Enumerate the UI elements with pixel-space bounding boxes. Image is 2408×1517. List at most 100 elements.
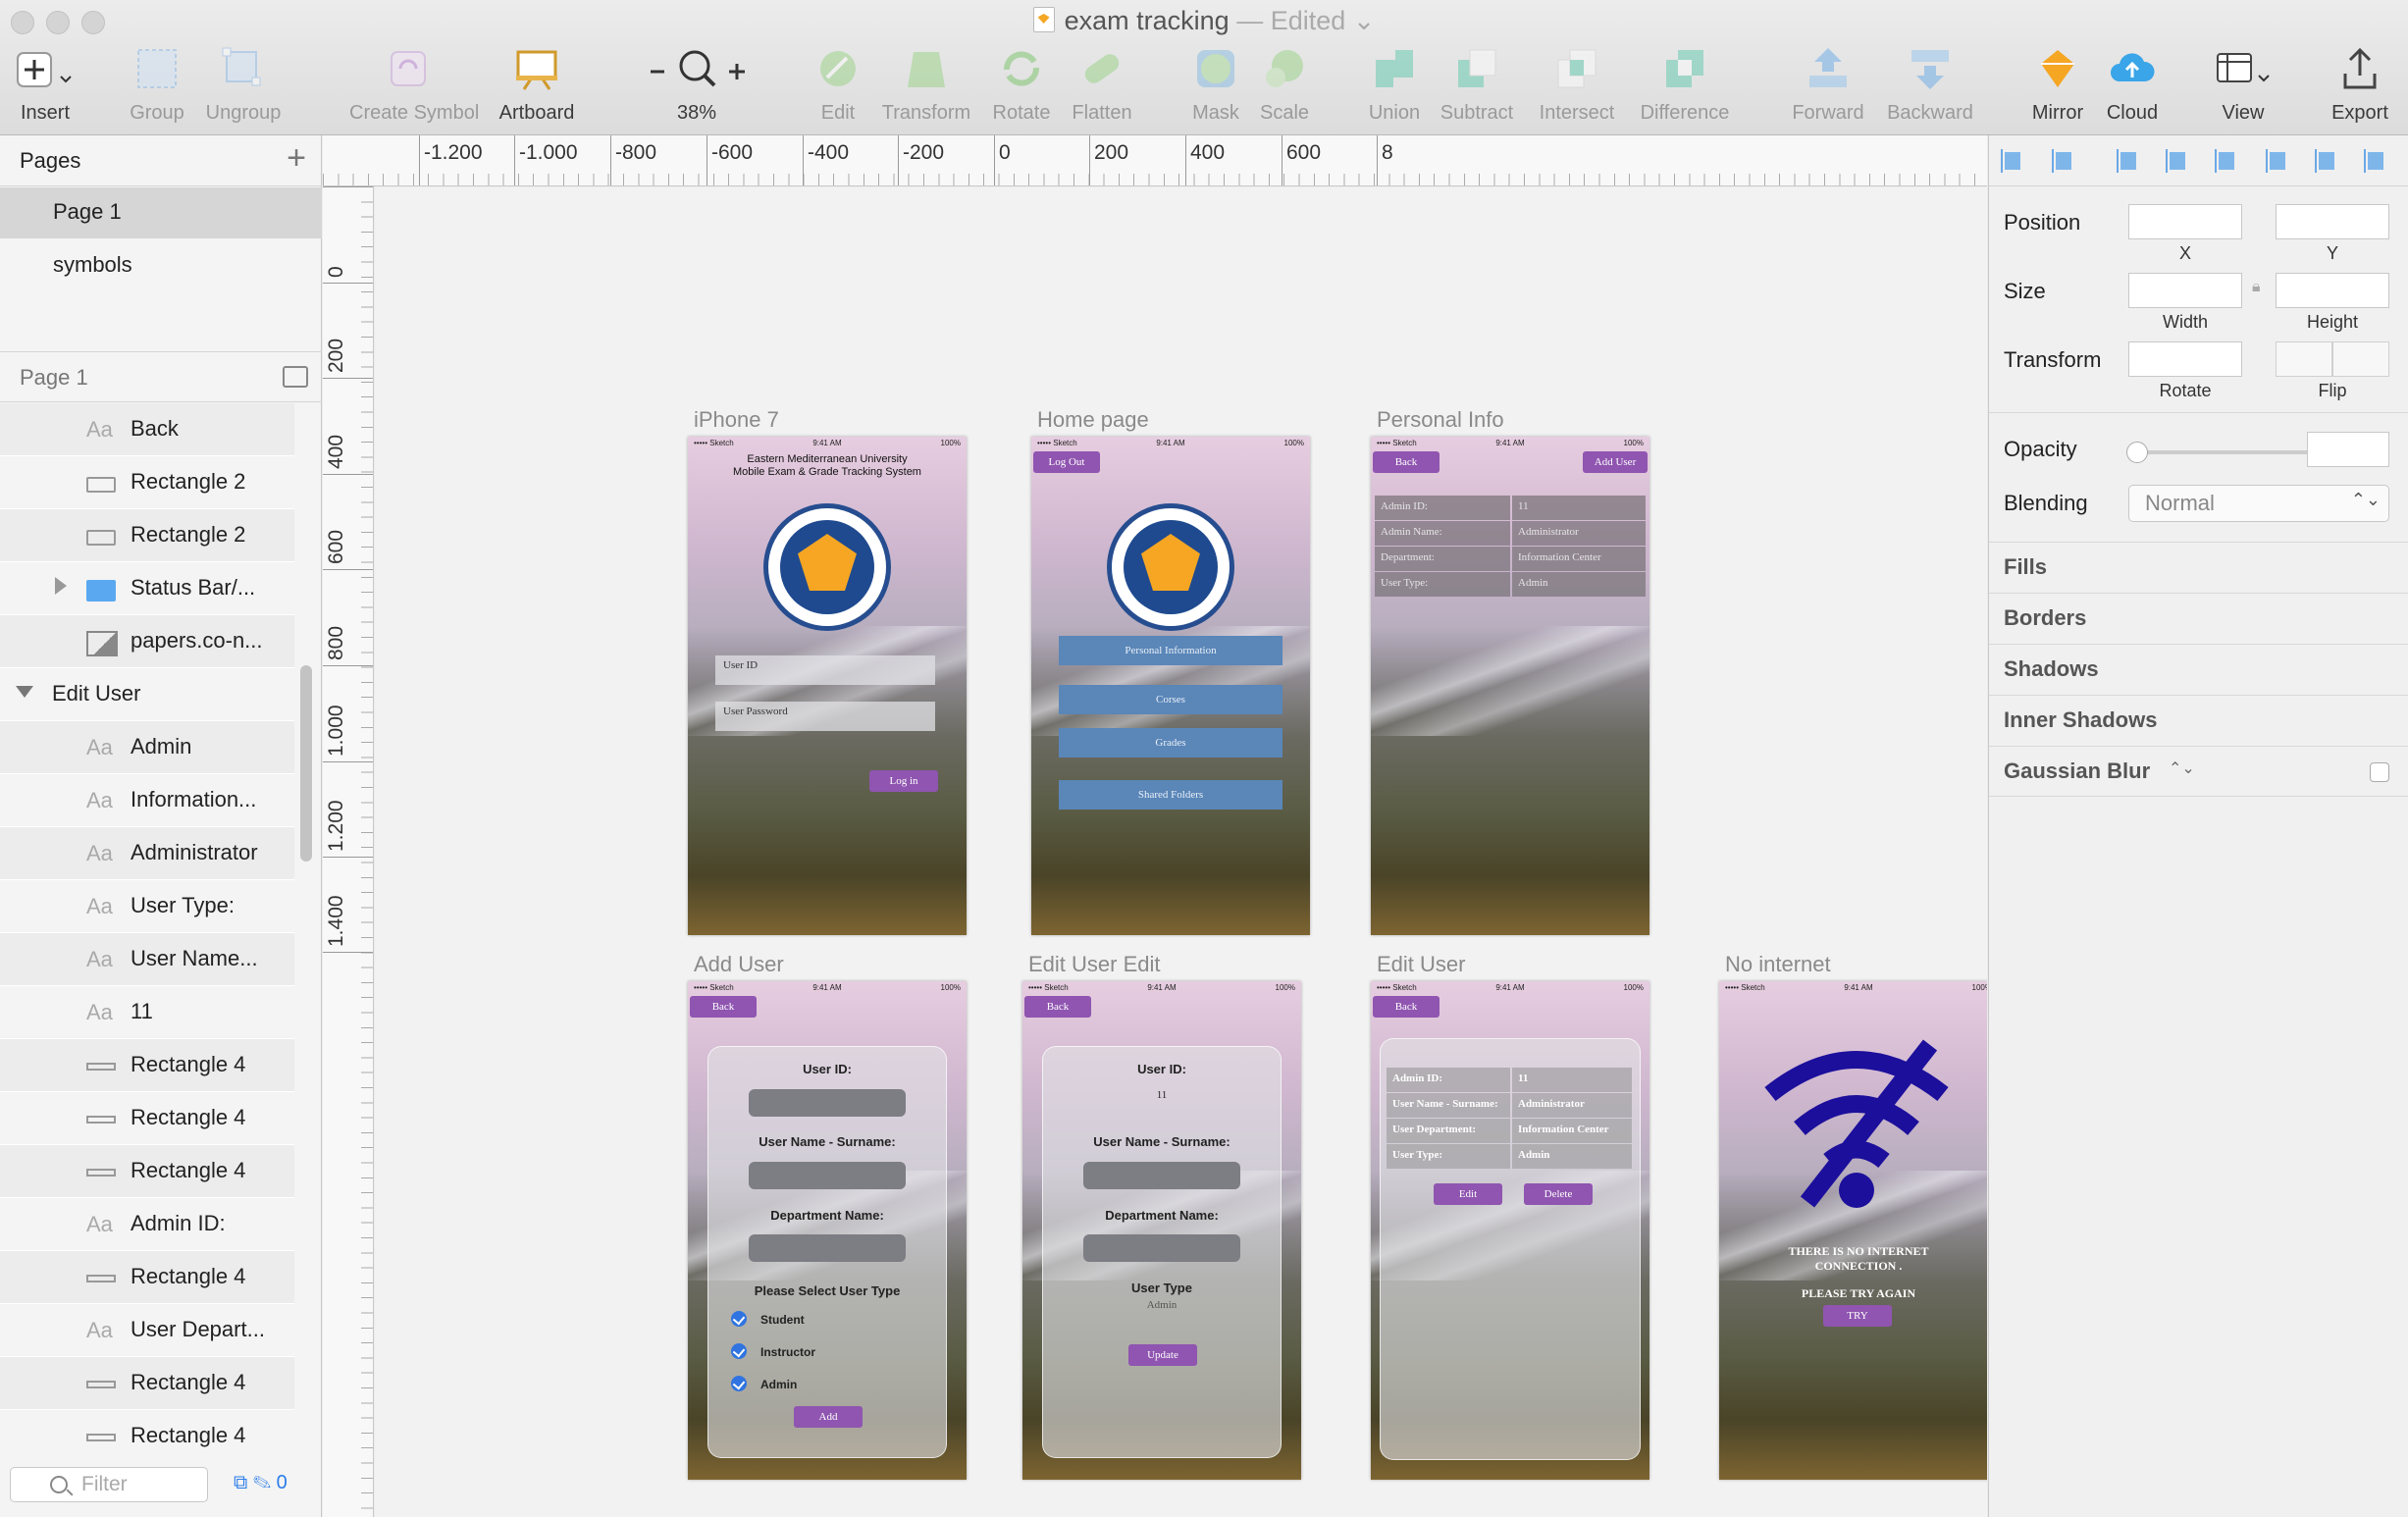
layer-row[interactable]: Edit User: [0, 668, 294, 721]
layer-row[interactable]: Rectangle 4: [0, 1039, 294, 1092]
align-center-icon[interactable]: [2164, 147, 2191, 175]
checkbox-icon[interactable]: [731, 1311, 747, 1327]
artboard-title[interactable]: Home page: [1037, 407, 1149, 433]
artboard-button[interactable]: Artboard: [478, 43, 596, 125]
layer-filter-input[interactable]: Filter: [10, 1467, 208, 1502]
layer-row[interactable]: Rectangle 4: [0, 1251, 294, 1304]
y-input[interactable]: [2276, 204, 2389, 239]
width-input[interactable]: [2128, 273, 2242, 308]
update-button[interactable]: Update: [1128, 1344, 1197, 1366]
password-field[interactable]: User Password: [715, 702, 935, 731]
disclosure-triangle-icon[interactable]: [55, 577, 67, 595]
artboard-title[interactable]: Edit User Edit: [1028, 952, 1161, 977]
difference-button[interactable]: Difference: [1626, 43, 1744, 125]
layer-row[interactable]: Aa User Depart...: [0, 1304, 294, 1357]
personal-information-button[interactable]: Personal Information: [1059, 636, 1283, 665]
copy-layers-icon[interactable]: ⧉: [234, 1472, 247, 1493]
forward-button[interactable]: Forward: [1769, 43, 1887, 125]
pencil-icon[interactable]: ✎: [253, 1472, 271, 1493]
layer-row[interactable]: Aa Admin: [0, 721, 294, 774]
department-input[interactable]: [749, 1234, 906, 1262]
artboard-no-internet[interactable]: No internet ••••• Sketch9:41 AM100% THER…: [1719, 952, 1987, 1480]
backward-button[interactable]: Backward: [1871, 43, 1989, 125]
back-button[interactable]: Back: [1373, 451, 1440, 473]
borders-section[interactable]: Borders: [1989, 593, 2408, 644]
name-input[interactable]: [1083, 1162, 1240, 1189]
distribute-horizontal-icon[interactable]: [1999, 147, 2026, 175]
page-item-page-1[interactable]: Page 1: [0, 187, 322, 238]
view-button[interactable]: View: [2184, 43, 2302, 125]
flatten-button[interactable]: Flatten: [1043, 43, 1161, 125]
create-symbol-button[interactable]: Create Symbol: [349, 43, 479, 125]
layer-row[interactable]: Aa Information...: [0, 774, 294, 827]
instructor-option[interactable]: Instructor: [731, 1343, 815, 1359]
grades-button[interactable]: Grades: [1059, 728, 1283, 758]
login-button[interactable]: Log in: [869, 770, 938, 792]
cloud-button[interactable]: Cloud: [2073, 43, 2191, 125]
gaussian-blur-section[interactable]: Gaussian Blur ⌃⌄: [1989, 746, 2408, 797]
back-button[interactable]: Back: [1373, 996, 1440, 1018]
back-button[interactable]: Back: [1024, 996, 1091, 1018]
fills-section[interactable]: Fills: [1989, 542, 2408, 593]
layer-row[interactable]: Rectangle 2: [0, 456, 294, 509]
layer-row[interactable]: papers.co-n...: [0, 615, 294, 668]
inner-shadows-section[interactable]: Inner Shadows: [1989, 695, 2408, 746]
layer-row[interactable]: Rectangle 4: [0, 1410, 294, 1458]
align-right-icon[interactable]: [2213, 147, 2240, 175]
artboard-add-user[interactable]: Add User ••••• Sketch 9:41 AM 100% Back Us…: [688, 952, 967, 1480]
collapse-pages-icon[interactable]: [283, 366, 308, 388]
add-button[interactable]: Add: [794, 1406, 863, 1428]
name-input[interactable]: [749, 1162, 906, 1189]
disclosure-triangle-icon[interactable]: [16, 686, 33, 698]
export-button[interactable]: Export: [2301, 43, 2408, 125]
updown-chevron-icon[interactable]: ⌃⌄: [2169, 758, 2195, 778]
artboard-personal-info[interactable]: Personal Info ••••• Sketch 9:41 AM 100% Ba…: [1371, 407, 1649, 935]
artboard-title[interactable]: Add User: [694, 952, 784, 977]
document-title[interactable]: exam tracking — Edited ⌄: [0, 6, 2408, 36]
layer-row[interactable]: Aa Admin ID:: [0, 1198, 294, 1251]
blur-checkbox[interactable]: [2370, 762, 2389, 782]
lock-icon[interactable]: 🔒︎: [2252, 279, 2261, 296]
artboard-edit-user[interactable]: Edit User ••••• Sketch 9:41 AM 100% Back A…: [1371, 952, 1649, 1480]
layer-row[interactable]: Rectangle 2: [0, 509, 294, 562]
artboard-title[interactable]: Personal Info: [1377, 407, 1504, 433]
opacity-slider[interactable]: [2126, 442, 2311, 463]
department-input[interactable]: [1083, 1234, 1240, 1262]
courses-button[interactable]: Corses: [1059, 685, 1283, 714]
flip-vertical-button[interactable]: [2332, 341, 2389, 377]
slider-knob[interactable]: [2126, 442, 2148, 463]
layer-row[interactable]: Aa 11: [0, 986, 294, 1039]
edit-button[interactable]: Edit: [1434, 1183, 1502, 1205]
align-bottom-icon[interactable]: [2362, 147, 2389, 175]
align-left-icon[interactable]: [2115, 147, 2142, 175]
artboard-title[interactable]: No internet: [1725, 952, 1831, 977]
distribute-vertical-icon[interactable]: [2050, 147, 2077, 175]
user-id-field[interactable]: User ID: [715, 655, 935, 685]
insert-button[interactable]: Insert: [0, 43, 104, 125]
layer-row[interactable]: Rectangle 4: [0, 1357, 294, 1410]
artboard-title[interactable]: Edit User: [1377, 952, 1465, 977]
artboard-home-page[interactable]: Home page ••••• Sketch 9:41 AM 100% Log Ou…: [1031, 407, 1310, 935]
add-user-button[interactable]: Add User: [1583, 451, 1648, 473]
user-id-input[interactable]: [749, 1089, 906, 1117]
layer-row[interactable]: Aa User Name...: [0, 933, 294, 986]
artboard-edit-user-edit[interactable]: Edit User Edit ••••• Sketch 9:41 AM 100% B…: [1022, 952, 1301, 1480]
admin-option[interactable]: Admin: [731, 1376, 797, 1391]
logout-button[interactable]: Log Out: [1033, 451, 1100, 473]
zoom-control[interactable]: 38%: [638, 43, 756, 125]
align-top-icon[interactable]: [2264, 147, 2291, 175]
horizontal-ruler[interactable]: -1.200 -1.000 -800 -600 -400 -200 0 200 400 600 8: [323, 135, 1987, 186]
shared-folders-button[interactable]: Shared Folders: [1059, 780, 1283, 810]
artboard-title[interactable]: iPhone 7: [694, 407, 779, 433]
layer-row[interactable]: Rectangle 4: [0, 1145, 294, 1198]
delete-button[interactable]: Delete: [1524, 1183, 1593, 1205]
checkbox-icon[interactable]: [731, 1343, 747, 1359]
align-middle-icon[interactable]: [2313, 147, 2340, 175]
ungroup-button[interactable]: Ungroup: [184, 43, 302, 125]
try-button[interactable]: TRY: [1823, 1305, 1892, 1327]
x-input[interactable]: [2128, 204, 2242, 239]
intersect-button[interactable]: Intersect: [1518, 43, 1636, 125]
student-option[interactable]: Student: [731, 1311, 805, 1327]
filter-tools[interactable]: ⧉ ✎ 0: [234, 1472, 288, 1494]
flip-horizontal-button[interactable]: [2276, 341, 2332, 377]
